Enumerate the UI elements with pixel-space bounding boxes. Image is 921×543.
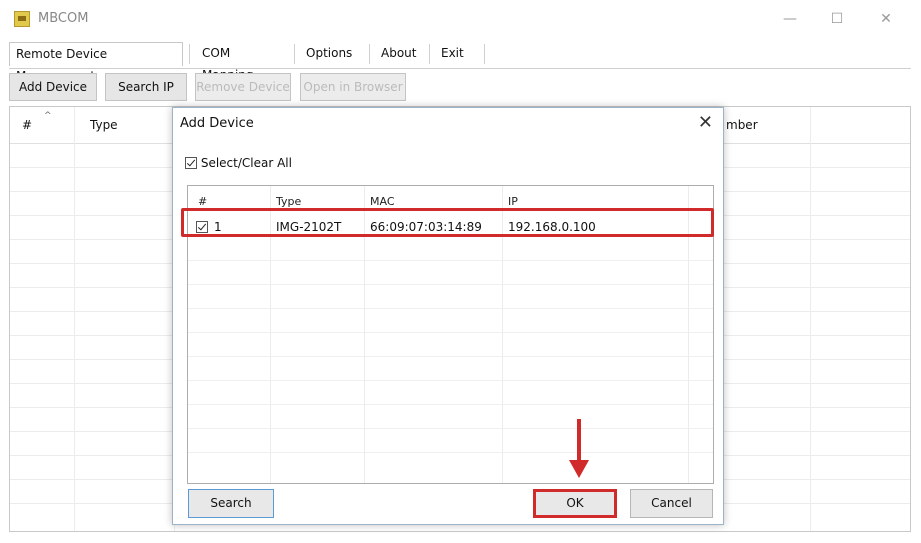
annotation-arrow-icon <box>569 460 589 478</box>
search-button[interactable]: Search <box>188 489 274 518</box>
grid-line <box>188 308 713 309</box>
grid-line <box>188 404 713 405</box>
tab-exit[interactable]: Exit <box>435 42 475 66</box>
menu-separator <box>429 44 430 64</box>
app-title: MBCOM <box>38 11 89 26</box>
grid-line <box>188 332 713 333</box>
grid-line <box>188 356 713 357</box>
menu-separator <box>484 44 485 64</box>
column-header-ip[interactable]: IP <box>508 195 518 208</box>
grid-line <box>188 260 713 261</box>
open-in-browser-button[interactable]: Open in Browser <box>300 73 406 101</box>
grid-line <box>188 284 713 285</box>
column-header-number[interactable]: # <box>198 195 207 208</box>
column-header-type[interactable]: Type <box>90 118 118 132</box>
close-window-button[interactable]: ✕ <box>866 8 906 30</box>
column-header-number-partial[interactable]: mber <box>726 118 758 132</box>
grid-line <box>188 452 713 453</box>
column-header-type[interactable]: Type <box>276 195 301 208</box>
menu-bar: Remote Device Management COM Mapping Opt… <box>9 40 911 83</box>
column-divider <box>74 107 75 531</box>
select-all-checkbox[interactable]: Select/Clear All <box>185 156 292 170</box>
ok-button[interactable]: OK <box>533 489 617 518</box>
column-header-number[interactable]: # <box>22 118 32 132</box>
checkbox-checked-icon[interactable] <box>185 157 197 169</box>
annotation-arrow-shaft <box>577 419 581 465</box>
minimize-button[interactable]: — <box>770 8 810 30</box>
title-bar: MBCOM — ☐ ✕ <box>0 0 921 40</box>
menu-separator <box>189 44 190 64</box>
tab-about[interactable]: About <box>375 42 425 66</box>
dialog-close-icon[interactable]: ✕ <box>698 112 713 133</box>
tab-remote-device-management[interactable]: Remote Device Management <box>9 42 183 83</box>
sort-ascending-icon: ^ <box>44 111 52 121</box>
remove-device-button[interactable]: Remove Device <box>195 73 291 101</box>
add-device-dialog: Add Device ✕ Select/Clear All # Type MAC… <box>172 107 724 525</box>
cancel-button[interactable]: Cancel <box>630 489 713 518</box>
maximize-button[interactable]: ☐ <box>817 8 857 30</box>
select-all-label: Select/Clear All <box>200 156 292 170</box>
column-header-mac[interactable]: MAC <box>370 195 395 208</box>
row-highlight-annotation <box>181 208 714 237</box>
search-ip-button[interactable]: Search IP <box>105 73 187 101</box>
grid-line <box>188 428 713 429</box>
tab-com-mapping[interactable]: COM Mapping <box>196 42 286 82</box>
add-device-button[interactable]: Add Device <box>9 73 97 101</box>
column-divider <box>810 107 811 531</box>
grid-line <box>188 380 713 381</box>
menu-separator <box>369 44 370 64</box>
dialog-title: Add Device <box>180 116 254 131</box>
tab-options[interactable]: Options <box>300 42 364 66</box>
app-icon <box>14 11 30 27</box>
toolbar: Add Device Search IP Remove Device Open … <box>9 70 911 104</box>
menu-separator <box>294 44 295 64</box>
